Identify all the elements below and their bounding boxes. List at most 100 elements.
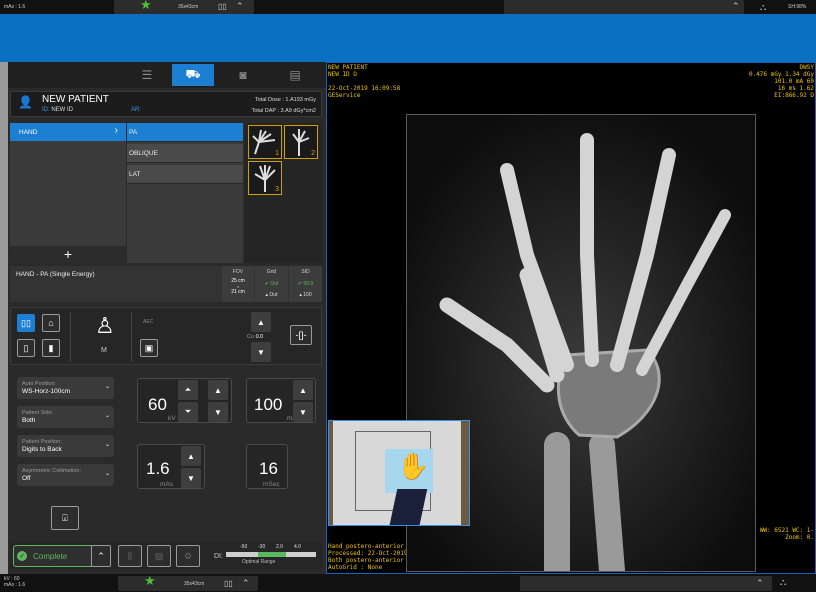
chevron-down-icon: ⌄ <box>104 442 110 448</box>
asymmetric-collimation-dropdown[interactable]: Asymmetric Collimation: Off ⌄ <box>17 464 114 486</box>
patient-position-dropdown[interactable]: Patient Position: Digits to Back ⌄ <box>17 435 114 457</box>
triangle-down-icon: ▼ <box>187 473 195 483</box>
thumbnail-2[interactable]: 2 <box>284 125 318 159</box>
dropdown-value: Off <box>22 475 31 482</box>
detector-icon: ▯▯ <box>21 317 31 328</box>
overlay-line: Zoom: 0. <box>785 534 814 541</box>
view-list: PA OBLIQUE LAT <box>127 123 243 263</box>
triangle-down-icon: ▼ <box>214 407 222 417</box>
complete-label: Complete <box>33 551 68 561</box>
dropdown-label: Patient Position: <box>22 439 62 445</box>
wallstand-button[interactable]: ⌂ <box>42 314 60 332</box>
detector-icon: ▯▯ <box>224 579 233 588</box>
kv-fast-down-button[interactable]: ⏷ <box>178 402 198 422</box>
divider <box>70 312 71 362</box>
view-item-pa[interactable]: PA <box>127 123 243 142</box>
patient-id-label: ID: <box>42 107 50 113</box>
tab-images[interactable]: ▤ <box>274 64 316 86</box>
chevron-up-icon[interactable]: ⌃ <box>242 578 250 589</box>
anatomy-list: HAND › <box>10 123 126 263</box>
thumbnail-number: 3 <box>275 186 279 193</box>
filter-button[interactable]: -[]- <box>290 325 312 345</box>
parameters-button[interactable]: ⫼ <box>118 545 142 567</box>
patient-side-dropdown[interactable]: Patient Side: Both ⌄ <box>17 406 114 428</box>
divider <box>131 312 132 362</box>
thumbnail-1[interactable]: 1 <box>248 125 282 159</box>
mas-up-button[interactable]: ▲ <box>181 446 201 466</box>
di-tick: -30 <box>258 544 266 550</box>
fov-header: FOV <box>232 269 244 275</box>
thumbnail-3[interactable]: 3 <box>248 161 282 195</box>
filter-icon: -[]- <box>295 330 307 340</box>
panel-tabs: ☰ ⛟ ◙ ▤ <box>8 62 326 88</box>
overlay-line: 0.476 mGy 1.34 dGy <box>748 71 814 78</box>
fov-column[interactable]: FOV 25 cm x 21 cm <box>222 266 254 302</box>
overlay-top-left: NEW PATIENT NEW ID O 22-Oct-2019 16:09:5… <box>328 64 400 99</box>
cu-down-button[interactable]: ▼ <box>251 342 271 362</box>
landscape-button[interactable]: ▮ <box>42 339 60 357</box>
sid-column[interactable]: SID ✔ 99.9 ▴ 100 <box>289 266 322 302</box>
mas-down-button[interactable]: ▼ <box>181 468 201 488</box>
view-label: LAT <box>129 171 141 178</box>
cu-up-button[interactable]: ▲ <box>251 312 271 332</box>
network-icon[interactable]: ⛬ <box>760 2 766 13</box>
overlay-line: 16 ms 1.62 <box>777 85 814 92</box>
disabled-tool-button[interactable]: ⚙ <box>176 545 200 567</box>
msec-unit: mSec <box>263 481 280 488</box>
chevron-down-icon: ⌄ <box>104 471 110 477</box>
tab-worklist[interactable]: ☰ <box>126 64 168 86</box>
overlay-line: 22-Oct-2019 16:09:58 <box>328 85 401 92</box>
camera-icon: ◙ <box>239 68 247 82</box>
chevron-up-icon[interactable]: ⌃ <box>236 1 244 12</box>
patient-name: NEW PATIENT <box>42 94 109 105</box>
portrait-icon: ▯ <box>23 342 29 353</box>
view-label: PA <box>129 129 138 136</box>
ma-down-button[interactable]: ▼ <box>293 402 313 422</box>
kv-fast-up-button[interactable]: ⏶ <box>178 380 198 400</box>
bottom-detector-size: 35x43cm <box>184 581 205 587</box>
grid-column[interactable]: Grid ✔ Out ▴ Out <box>255 266 288 302</box>
tool-icon: ⚙ <box>183 550 193 561</box>
double-down-icon: ⏷ <box>184 407 192 416</box>
kv-up-button[interactable]: ▲ <box>208 380 228 400</box>
sliders-icon: ⫼ <box>127 550 133 561</box>
top-status-bar: mAs : 1.6 ★ 35x43cm ▯▯ ⌃ ⌃ ⛬ SH:98% <box>0 0 816 14</box>
network-icon[interactable]: ⛬ <box>780 577 786 588</box>
patient-size-icon[interactable]: ♙ <box>95 313 115 339</box>
complete-button[interactable]: ✓ Complete <box>13 545 99 567</box>
top-search-cell[interactable]: ⌃ <box>504 0 744 14</box>
overlay-line: NEW PATIENT <box>328 64 368 71</box>
view-item-lat[interactable]: LAT <box>127 165 243 184</box>
dropdown-value: Both <box>22 417 36 424</box>
bottom-search-cell[interactable]: ⌃ <box>520 576 772 591</box>
mas-unit: mAs <box>160 481 173 488</box>
patient-size-label: M <box>101 347 107 354</box>
ma-up-button[interactable]: ▲ <box>293 380 313 400</box>
table-detector-button[interactable]: ▯▯ <box>17 314 35 332</box>
triangle-up-icon: ▲ <box>187 451 195 461</box>
collimator-icon: ⌻ <box>62 512 68 523</box>
view-item-oblique[interactable]: OBLIQUE <box>127 144 243 163</box>
collimation-button[interactable]: ⌻ <box>51 506 79 530</box>
camera-preview[interactable]: ✋ <box>328 420 470 526</box>
auto-position-dropdown[interactable]: Auto Position: WS-Horz-100cm ⌄ <box>17 377 114 399</box>
chevron-up-icon[interactable]: ⌃ <box>756 578 764 589</box>
detector-icon: ▯▯ <box>218 2 227 11</box>
sid-value: 99.9 <box>303 281 314 287</box>
thumbnail-number: 1 <box>275 150 279 157</box>
overlay-bottom-right: WW: 6521 WC: 1- Zoom: 0. <box>760 527 814 541</box>
thumbnail-strip: 1 2 3 <box>245 123 322 263</box>
add-view-button[interactable]: + <box>10 246 126 263</box>
portrait-button[interactable]: ▯ <box>17 339 35 357</box>
kv-value: 60 <box>148 395 167 414</box>
tab-camera[interactable]: ◙ <box>222 64 264 86</box>
bottom-exam-cell[interactable]: ★ 35x43cm ▯▯ ⌃ <box>118 573 258 591</box>
tab-acquisition[interactable]: ⛟ <box>172 64 214 86</box>
expand-button[interactable]: ⌃ <box>91 545 111 567</box>
chevron-up-icon[interactable]: ⌃ <box>732 1 740 12</box>
top-exam-cell[interactable]: ★ 35x43cm ▯▯ ⌃ <box>114 0 254 14</box>
aec-chamber-button[interactable]: ▣ <box>140 339 158 357</box>
kv-down-button[interactable]: ▼ <box>208 402 228 422</box>
image-button[interactable]: ▨ <box>147 545 171 567</box>
anatomy-item-hand[interactable]: HAND › <box>10 123 126 141</box>
